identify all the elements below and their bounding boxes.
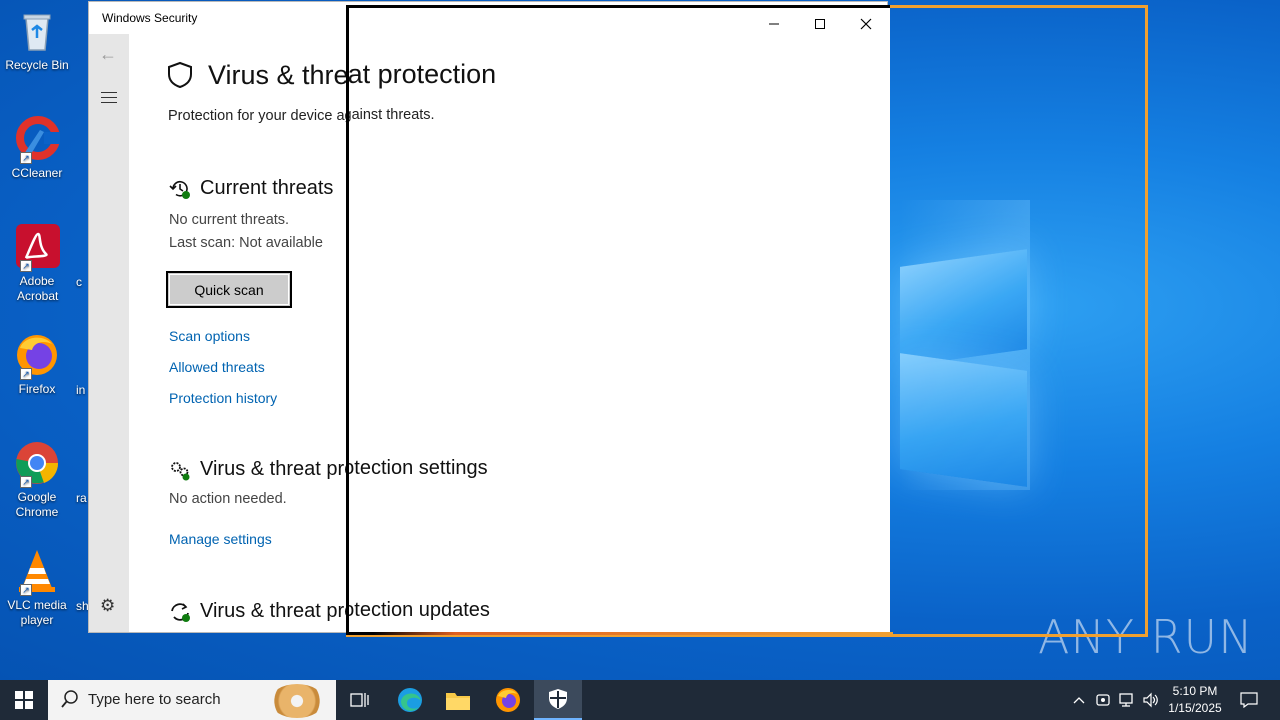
current-threats-status: No current threats. <box>169 212 290 228</box>
desktop-icon-ccleaner[interactable]: ↗ CCleaner <box>4 116 70 181</box>
taskbar-search-box[interactable]: Type here to search <box>48 680 336 720</box>
firefox-icon: ↗ <box>14 332 60 380</box>
desktop-icon-label: Adobe Acrobat <box>17 274 59 303</box>
last-scan-text: Last scan: Not available <box>169 235 323 251</box>
desktop-icon-label: Firefox <box>18 382 56 396</box>
desktop-icon-google-chrome[interactable]: ↗ Google Chrome <box>4 440 70 520</box>
volume-icon[interactable] <box>1140 680 1162 720</box>
nav-rail: ← ⚙ <box>89 34 129 632</box>
tray-app-icon[interactable] <box>1092 680 1114 720</box>
window-title: Windows Security <box>102 11 198 25</box>
shortcut-arrow-icon: ↗ <box>20 476 32 488</box>
allowed-threats-link[interactable]: Allowed threats <box>169 359 265 375</box>
desktop-icon-label-partial: c <box>76 275 82 289</box>
vlc-icon: ↗ <box>14 548 60 596</box>
quick-scan-button[interactable]: Quick scan <box>166 271 292 308</box>
ccleaner-icon: ↗ <box>14 116 60 164</box>
task-view-icon[interactable] <box>336 680 384 720</box>
taskbar: Type here to search 5:10 PM 1/15/2025 <box>0 680 1280 720</box>
chrome-icon: ↗ <box>14 440 60 488</box>
section-heading-current-threats: Current threats <box>200 177 334 199</box>
page-title-overlay: Virus & threat protection <box>349 59 497 89</box>
desktop-icon-label: CCleaner <box>11 166 63 180</box>
firefox-taskbar-icon[interactable] <box>484 680 532 720</box>
clock-time: 5:10 PM <box>1172 684 1218 698</box>
shortcut-arrow-icon: ↗ <box>20 584 32 596</box>
notifications-icon[interactable] <box>1234 680 1264 720</box>
overlay-text-layer: Virus & threat protection Protection for… <box>349 8 887 632</box>
settings-status: No action needed. <box>169 491 287 507</box>
shield-icon <box>167 61 193 94</box>
clock-date: 1/15/2025 <box>1168 701 1222 715</box>
desktop-icon-label-partial: in <box>76 383 86 397</box>
back-arrow-icon[interactable]: ← <box>99 44 117 65</box>
windows-security-taskbar-icon[interactable] <box>534 680 582 720</box>
edge-icon[interactable] <box>386 680 434 720</box>
updates-heading-overlay: Virus & threat protection updates <box>349 599 490 621</box>
desktop-icon-adobe-acrobat[interactable]: ↗ Adobe Acrobat <box>4 224 70 304</box>
shortcut-arrow-icon: ↗ <box>20 152 32 164</box>
desktop-icon-label-partial: ra <box>76 491 87 505</box>
file-explorer-icon[interactable] <box>434 680 482 720</box>
scan-options-link[interactable]: Scan options <box>169 328 250 344</box>
recycle-bin-icon <box>14 8 60 54</box>
page-subtitle-overlay: Protection for your device against threa… <box>349 107 435 123</box>
settings-gears-icon <box>169 460 191 487</box>
search-placeholder: Type here to search <box>88 691 221 708</box>
search-highlight-donut-icon <box>270 684 324 718</box>
settings-gear-icon[interactable]: ⚙ <box>100 596 115 616</box>
update-refresh-icon <box>169 601 191 628</box>
taskbar-clock[interactable]: 5:10 PM 1/15/2025 <box>1160 683 1230 717</box>
show-hidden-icons-chevron-icon[interactable] <box>1068 680 1090 720</box>
desktop-icon-label: VLC media player <box>7 598 67 627</box>
desktop-icon-label-partial: sh <box>76 599 89 613</box>
start-button[interactable] <box>0 680 48 720</box>
desktop-icon-firefox[interactable]: ↗ Firefox <box>4 332 70 397</box>
settings-heading-overlay: Virus & threat protection settings <box>349 457 488 479</box>
manage-settings-link[interactable]: Manage settings <box>169 531 272 547</box>
desktop-icon-recycle-bin[interactable]: Recycle Bin <box>4 8 70 73</box>
overlay-text-passthrough: Virus & threat protection Protection for… <box>349 8 887 632</box>
overlay-bottom-edge <box>346 632 893 635</box>
shortcut-arrow-icon: ↗ <box>20 368 32 380</box>
protection-history-link[interactable]: Protection history <box>169 390 277 406</box>
hamburger-menu-icon[interactable] <box>101 92 117 107</box>
network-icon[interactable] <box>1116 680 1138 720</box>
desktop-icon-vlc[interactable]: ↗ VLC media player <box>4 548 70 628</box>
shortcut-arrow-icon: ↗ <box>20 260 32 272</box>
desktop-icon-label: Google Chrome <box>15 490 59 519</box>
search-icon <box>60 689 80 713</box>
desktop-icon-label: Recycle Bin <box>5 58 69 72</box>
windows-logo-icon <box>15 691 33 709</box>
adobe-acrobat-icon: ↗ <box>14 224 60 272</box>
history-icon <box>169 178 191 205</box>
